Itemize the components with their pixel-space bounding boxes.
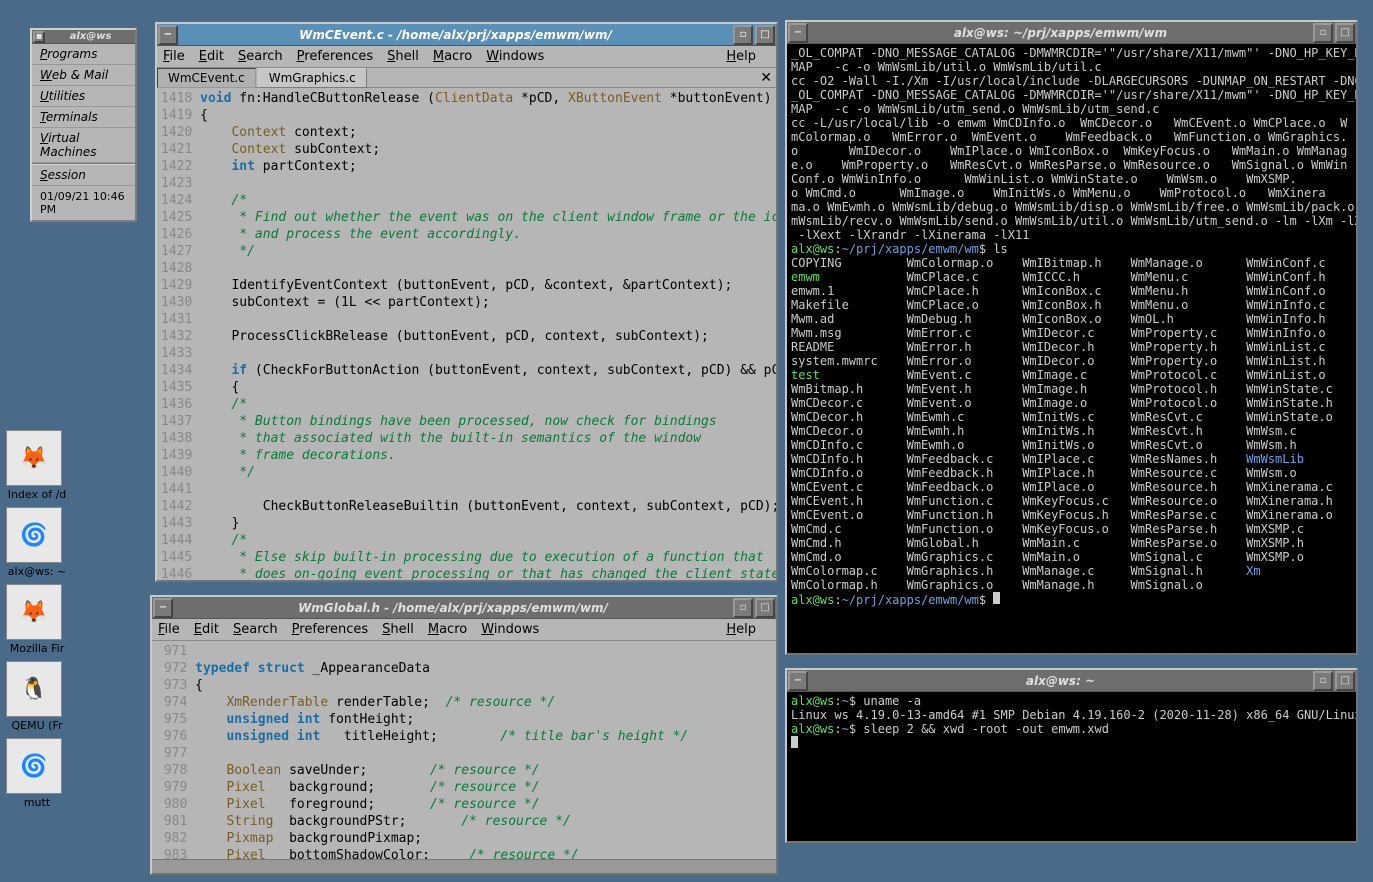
menu-item[interactable]: Preferences [292, 622, 368, 637]
file-tab[interactable]: WmGraphics.c [258, 68, 367, 88]
root-menu-item[interactable]: Terminals [32, 107, 135, 128]
menu-item[interactable]: Shell [387, 49, 419, 64]
menu-item[interactable]: Windows [486, 49, 544, 64]
menu-item[interactable]: Macro [428, 622, 467, 637]
window-menu-icon[interactable]: − [788, 671, 808, 691]
editor1-titlebar[interactable]: − WmCEvent.c - /home/alx/prj/xapps/emwm/… [157, 24, 776, 46]
menu-item[interactable]: Search [233, 622, 278, 637]
desktop-icon[interactable]: 🌀 [6, 738, 62, 794]
term2-window: − alx@ws: ~ ▫ □ alx@ws:~$ uname -a Linux… [785, 668, 1358, 843]
term1-titlebar[interactable]: − alx@ws: ~/prj/xapps/emwm/wm ▫ □ [787, 22, 1356, 44]
window-menu-icon[interactable]: − [153, 598, 173, 618]
root-menu-item[interactable]: Virtual Machines [32, 128, 135, 163]
editor2-menubar: File Edit Search Preferences Shell Macro Windo… [152, 619, 776, 641]
desktop-icon[interactable]: 🦊 [6, 430, 62, 486]
root-menu-item[interactable]: Utilities [32, 86, 135, 107]
root-menu-titlebar[interactable]: ▪ alx@ws [32, 30, 135, 44]
desktop-icon-label: Mozilla Fir [6, 642, 68, 655]
menu-item[interactable]: File [163, 49, 185, 64]
minimize-icon[interactable]: ▫ [733, 598, 753, 618]
desktop-icon[interactable]: 🌀 [6, 507, 62, 563]
close-icon[interactable]: ✕ [760, 70, 772, 86]
root-menu-item[interactable]: Web & Mail [32, 65, 135, 86]
editor2-window: − WmGlobal.h - /home/alx/prj/xapps/emwm/… [150, 595, 778, 875]
editor2-titlebar[interactable]: − WmGlobal.h - /home/alx/prj/xapps/emwm/… [152, 597, 776, 619]
menu-help[interactable]: Help [726, 622, 756, 637]
term1-body[interactable]: _OL_COMPAT -DNO_MESSAGE_CATALOG -DMWMRCD… [787, 44, 1356, 653]
menu-help[interactable]: Help [726, 49, 756, 64]
desktop-icon[interactable]: 🦊 [6, 584, 62, 640]
menu-item[interactable]: Shell [382, 622, 414, 637]
maximize-icon[interactable]: □ [1335, 671, 1355, 691]
term1-window: − alx@ws: ~/prj/xapps/emwm/wm ▫ □ _OL_CO… [785, 20, 1358, 655]
editor1-tabs: WmCEvent.cWmGraphics.c ✕ [157, 68, 776, 88]
term2-body[interactable]: alx@ws:~$ uname -a Linux ws 4.19.0-13-am… [787, 692, 1356, 841]
editor1-menubar: File Edit Search Preferences Shell Macro Windo… [157, 46, 776, 68]
window-menu-icon[interactable]: − [158, 25, 178, 45]
minimize-icon[interactable]: ▫ [733, 25, 753, 45]
editor2-title: WmGlobal.h - /home/alx/prj/xapps/emwm/wm… [174, 601, 732, 615]
maximize-icon[interactable]: □ [755, 598, 775, 618]
editor1-window: − WmCEvent.c - /home/alx/prj/xapps/emwm/… [155, 22, 778, 582]
term1-title: alx@ws: ~/prj/xapps/emwm/wm [809, 26, 1312, 40]
minimize-icon[interactable]: ▫ [1313, 671, 1333, 691]
menu-item[interactable]: Macro [433, 49, 472, 64]
root-menu-item[interactable]: Session [32, 165, 135, 185]
root-menu-item[interactable]: Programs [32, 44, 135, 65]
root-menu-title: alx@ws [46, 31, 135, 42]
term2-titlebar[interactable]: − alx@ws: ~ ▫ □ [787, 670, 1356, 692]
menu-item[interactable]: File [158, 622, 180, 637]
editor1-body[interactable]: 1418 void fn:HandleCButtonRelease (Clien… [157, 88, 776, 580]
desktop-icons: 🦊 Index of /d 🌀 alx@ws: ~ 🦊 Mozilla Fir 🐧 QEMU … [6, 430, 68, 815]
desktop-icon-label: Index of /d [6, 488, 68, 501]
menu-item[interactable]: Edit [199, 49, 224, 64]
desktop-icon-label: mutt [6, 796, 68, 809]
minimize-icon[interactable]: ▫ [1313, 23, 1333, 43]
maximize-icon[interactable]: □ [1335, 23, 1355, 43]
term2-title: alx@ws: ~ [809, 674, 1312, 688]
menu-item[interactable]: Windows [481, 622, 539, 637]
maximize-icon[interactable]: □ [755, 25, 775, 45]
desktop-icon[interactable]: 🐧 [6, 661, 62, 717]
root-menu: ▪ alx@ws ProgramsWeb & MailUtilitiesTerm… [30, 28, 137, 222]
window-menu-icon[interactable]: − [788, 23, 808, 43]
desktop-icon-label: alx@ws: ~ [6, 565, 68, 578]
scrollbar[interactable] [152, 859, 776, 873]
root-menu-clock: 01/09/21 10:46 PM [32, 185, 135, 220]
menu-item[interactable]: Search [238, 49, 283, 64]
menu-item[interactable]: Edit [194, 622, 219, 637]
editor2-body[interactable]: 971 972 typedef struct _AppearanceData 9… [152, 641, 776, 859]
root-menu-sys-icon[interactable]: ▪ [33, 31, 45, 43]
editor1-title: WmCEvent.c - /home/alx/prj/xapps/emwm/wm… [179, 28, 732, 42]
desktop-icon-label: QEMU (Fr [6, 719, 68, 732]
file-tab[interactable]: WmCEvent.c [157, 68, 256, 88]
menu-item[interactable]: Preferences [297, 49, 373, 64]
